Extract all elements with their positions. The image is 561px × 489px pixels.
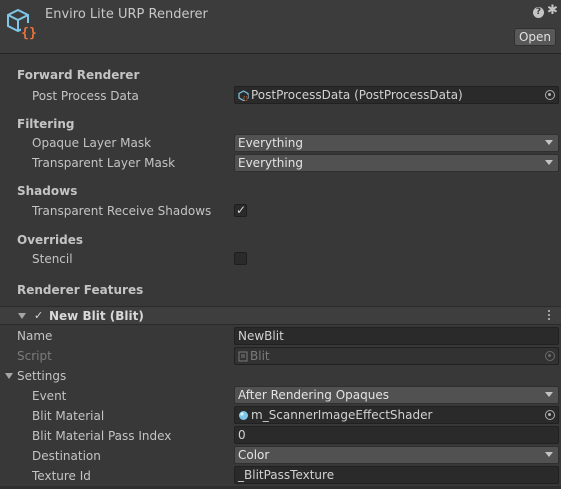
- destination-dropdown[interactable]: Color: [234, 446, 559, 464]
- transparent-layer-mask-dropdown[interactable]: Everything: [234, 154, 559, 172]
- event-dropdown[interactable]: After Rendering Opaques: [234, 386, 559, 404]
- opaque-layer-mask-value: Everything: [238, 136, 303, 150]
- kebab-menu-icon[interactable]: [547, 309, 551, 321]
- svg-text:{}: {}: [242, 96, 248, 101]
- chevron-down-icon: [545, 160, 553, 165]
- post-process-data-field[interactable]: {} PostProcessData (PostProcessData): [234, 86, 559, 104]
- help-icon[interactable]: ?: [533, 7, 544, 18]
- texture-id-label: Texture Id: [32, 469, 91, 483]
- event-value: After Rendering Opaques: [238, 388, 389, 402]
- blit-material-pass-index-label: Blit Material Pass Index: [32, 429, 172, 443]
- filtering-heading: Filtering: [17, 117, 75, 131]
- transparent-receive-shadows-label: Transparent Receive Shadows: [32, 204, 212, 218]
- object-picker-icon[interactable]: [545, 410, 555, 420]
- feature-title: New Blit (Blit): [49, 309, 144, 323]
- forward-renderer-heading: Forward Renderer: [17, 68, 140, 82]
- opaque-layer-mask-label: Opaque Layer Mask: [32, 136, 152, 150]
- chevron-down-icon: [545, 452, 553, 457]
- inspector-header: {} Enviro Lite URP Renderer ? ✱ Open: [0, 0, 561, 54]
- chevron-down-icon: [545, 140, 553, 145]
- blit-material-field[interactable]: m_ScannerImageEffectShader: [234, 406, 559, 424]
- name-label: Name: [17, 329, 53, 343]
- blit-material-label: Blit Material: [32, 409, 105, 423]
- shadows-heading: Shadows: [17, 184, 78, 198]
- feature-header-bar[interactable]: ✓ New Blit (Blit): [0, 306, 561, 325]
- stencil-label: Stencil: [32, 252, 73, 266]
- renderer-features-heading: Renderer Features: [17, 283, 144, 297]
- chevron-down-icon: [545, 392, 553, 397]
- open-button[interactable]: Open: [514, 28, 556, 46]
- object-picker-icon: [545, 351, 555, 361]
- post-process-data-label: Post Process Data: [32, 89, 139, 103]
- object-picker-icon[interactable]: [545, 90, 555, 100]
- destination-value: Color: [238, 448, 270, 462]
- material-icon: [239, 411, 248, 420]
- opaque-layer-mask-dropdown[interactable]: Everything: [234, 134, 559, 152]
- name-field[interactable]: NewBlit: [234, 327, 559, 345]
- checkmark-icon: ✓: [236, 203, 247, 217]
- transparent-layer-mask-label: Transparent Layer Mask: [32, 156, 176, 170]
- script-label: Script: [17, 349, 52, 363]
- script-field: Blit: [234, 347, 559, 365]
- svg-text:{}: {}: [21, 26, 37, 40]
- post-process-data-value: PostProcessData (PostProcessData): [251, 88, 463, 102]
- texture-id-field[interactable]: _BlitPassTexture: [234, 466, 559, 484]
- transparent-receive-shadows-checkbox[interactable]: ✓: [234, 203, 247, 217]
- blit-material-pass-index-field[interactable]: 0: [234, 426, 559, 444]
- event-label: Event: [32, 389, 67, 403]
- asset-title: Enviro Lite URP Renderer: [45, 7, 208, 22]
- scriptable-object-icon: {}: [238, 90, 249, 101]
- stencil-checkbox[interactable]: [234, 252, 247, 265]
- gear-icon[interactable]: ✱: [547, 4, 558, 18]
- settings-label[interactable]: Settings: [17, 368, 66, 384]
- script-value: Blit: [250, 349, 270, 363]
- settings-foldout-icon[interactable]: [5, 373, 13, 379]
- transparent-layer-mask-value: Everything: [238, 156, 303, 170]
- script-file-icon: [238, 351, 248, 362]
- destination-label: Destination: [32, 449, 101, 463]
- foldout-arrow-icon[interactable]: [18, 313, 26, 319]
- feature-enabled-toggle[interactable]: ✓: [34, 310, 45, 321]
- blit-material-value: m_ScannerImageEffectShader: [251, 408, 433, 422]
- overrides-heading: Overrides: [17, 233, 83, 247]
- renderer-asset-icon: {}: [7, 8, 37, 40]
